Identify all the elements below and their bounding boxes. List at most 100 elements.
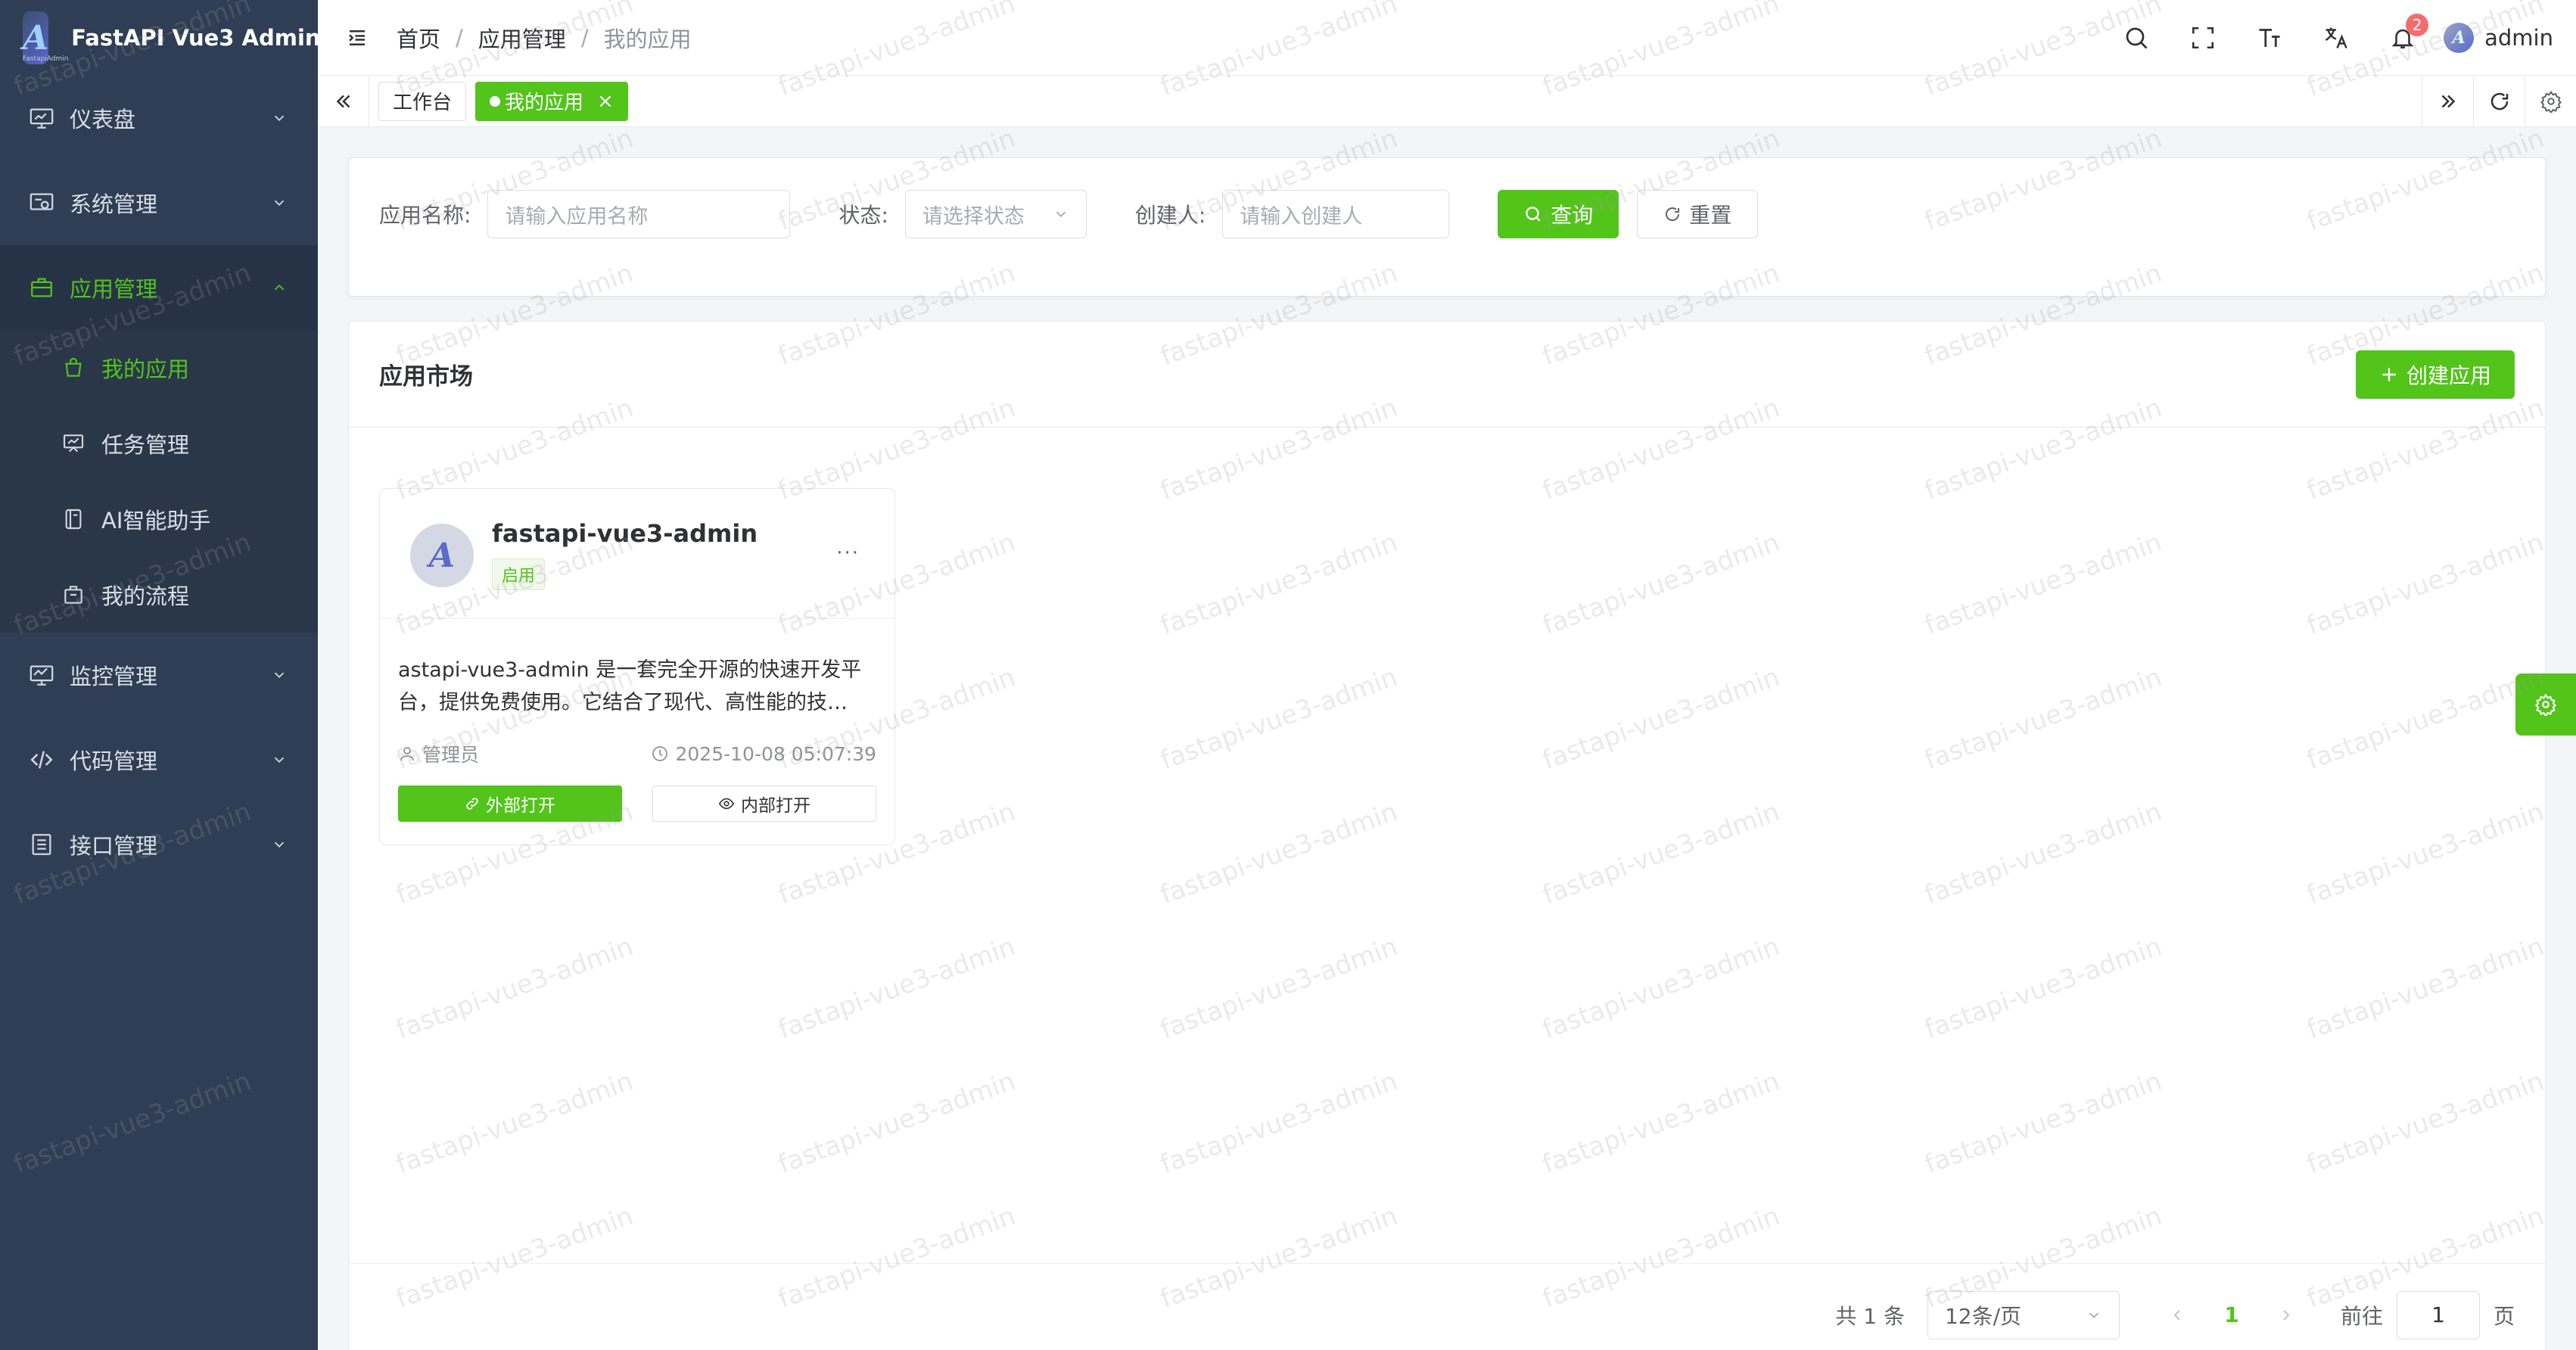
user-menu[interactable]: A admin xyxy=(2444,22,2553,53)
breadcrumb-app-management[interactable]: 应用管理 xyxy=(478,22,566,54)
gear-icon[interactable] xyxy=(2525,75,2576,127)
breadcrumb-separator: / xyxy=(456,24,463,51)
page-size-value: 12条/页 xyxy=(1944,1303,2022,1329)
status-label: 状态: xyxy=(838,203,888,228)
reset-button[interactable]: 重置 xyxy=(1637,190,1759,238)
chevron-down-icon xyxy=(274,200,285,207)
pagination: 共 1 条 12条/页 1 前往 1 页 xyxy=(349,1263,2546,1350)
app-name-input[interactable]: 请输入应用名称 xyxy=(487,190,791,238)
create-app-label: 创建应用 xyxy=(2406,362,2491,388)
font-size-icon[interactable] xyxy=(2236,15,2303,61)
username: admin xyxy=(2484,24,2553,51)
sidebar-subitem-my-flows[interactable]: 我的流程 xyxy=(0,557,318,633)
creator-placeholder: 请输入创建人 xyxy=(1240,204,1363,229)
page-number-current[interactable]: 1 xyxy=(2207,1302,2256,1327)
breadcrumb: 首页 / 应用管理 / 我的应用 xyxy=(397,22,692,54)
status-badge: 启用 xyxy=(492,558,546,590)
app-avatar-glyph: A xyxy=(428,536,456,575)
eye-icon xyxy=(718,795,735,812)
creator-input[interactable]: 请输入创建人 xyxy=(1222,190,1450,238)
sidebar-subitem-my-apps[interactable]: 我的应用 xyxy=(0,330,318,406)
breadcrumb-separator: / xyxy=(580,24,589,51)
breadcrumb-home[interactable]: 首页 xyxy=(397,22,440,54)
next-page-icon[interactable] xyxy=(2271,1300,2301,1330)
page-size-select[interactable]: 12条/页 xyxy=(1927,1290,2120,1339)
sidebar-item-monitoring[interactable]: 监控管理 xyxy=(0,633,318,717)
sidebar-item-dashboard[interactable]: 仪表盘 xyxy=(0,76,318,160)
menu-fold-icon[interactable] xyxy=(341,21,374,54)
sidebar-item-api[interactable]: 接口管理 xyxy=(0,802,318,887)
sidebar-subitem-label: 我的流程 xyxy=(101,583,190,609)
code-icon xyxy=(29,747,54,773)
chevron-down-icon xyxy=(274,115,285,122)
tabs-bar-actions xyxy=(2422,75,2576,127)
app-name: fastapi-vue3-admin xyxy=(492,519,758,548)
sidebar-item-app-management[interactable]: 应用管理 xyxy=(0,245,318,330)
goto-label: 前往 xyxy=(2340,1303,2383,1329)
translate-icon[interactable] xyxy=(2303,15,2369,61)
chevron-down-icon xyxy=(1056,211,1066,218)
app-name-placeholder: 请输入应用名称 xyxy=(505,204,649,229)
sidebar-subitem-ai-assistant[interactable]: AI智能助手 xyxy=(0,481,318,557)
shopping-bag-icon xyxy=(61,355,86,381)
reset-button-label: 重置 xyxy=(1689,203,1732,228)
presentation-icon xyxy=(61,431,86,456)
create-app-button[interactable]: 创建应用 xyxy=(2355,350,2515,399)
chevron-down-icon xyxy=(2089,1312,2099,1318)
briefcase-icon xyxy=(29,275,54,300)
sidebar-item-system[interactable]: 系统管理 xyxy=(0,160,318,245)
sidebar-item-label: 应用管理 xyxy=(70,276,158,302)
search-form-card: 应用名称: 请输入应用名称 状态: 请选择状态 创建人: 请输入创建人 查询 重… xyxy=(348,157,2546,297)
sidebar-subitem-label: 任务管理 xyxy=(101,432,190,458)
flow-bag-icon xyxy=(61,582,86,608)
open-external-button[interactable]: 外部打开 xyxy=(398,785,622,822)
bell-icon[interactable]: 2 xyxy=(2369,13,2436,61)
document-list-icon xyxy=(29,832,54,857)
scroll-left-icon[interactable] xyxy=(318,75,369,127)
sidebar-subitem-tasks[interactable]: 任务管理 xyxy=(0,406,318,481)
user-icon xyxy=(398,745,416,763)
avatar: A xyxy=(2444,22,2475,53)
tab-workbench[interactable]: 工作台 xyxy=(378,81,467,121)
app-name-label: 应用名称: xyxy=(379,203,471,228)
refresh-icon[interactable] xyxy=(2473,75,2525,127)
close-icon[interactable]: × xyxy=(597,90,614,113)
creator-label: 创建人: xyxy=(1134,203,1206,228)
active-dot xyxy=(490,95,501,107)
app-card-header: A fastapi-vue3-admin 启用 ··· xyxy=(380,489,894,619)
page-navigation: 1 xyxy=(2162,1300,2301,1330)
status-select[interactable]: 请选择状态 xyxy=(904,190,1087,238)
sidebar-item-code[interactable]: 代码管理 xyxy=(0,717,318,802)
tabs-bar: 工作台 我的应用 × xyxy=(318,75,2576,127)
app-card-actions: 外部打开 内部打开 xyxy=(380,767,894,822)
breadcrumb-current: 我的应用 xyxy=(603,26,692,52)
gear-icon xyxy=(2534,693,2557,716)
plus-icon xyxy=(2379,365,2399,384)
sidebar-item-label: 仪表盘 xyxy=(70,107,136,132)
chevron-up-icon xyxy=(274,284,285,291)
search-icon[interactable] xyxy=(2103,15,2170,61)
chevron-down-icon xyxy=(274,841,285,848)
fullscreen-icon[interactable] xyxy=(2170,15,2236,61)
open-internal-button[interactable]: 内部打开 xyxy=(652,785,876,822)
goto-page-value: 1 xyxy=(2431,1302,2445,1327)
page-title: 应用市场 xyxy=(379,363,473,390)
prev-page-icon[interactable] xyxy=(2162,1300,2192,1330)
app-card[interactable]: A fastapi-vue3-admin 启用 ··· astapi-vue3-… xyxy=(379,488,895,845)
floating-settings-button[interactable] xyxy=(2515,673,2576,736)
goto-page-input[interactable]: 1 xyxy=(2396,1290,2480,1339)
app-title: FastAPI Vue3 Admin xyxy=(71,25,321,51)
sidebar-item-label: 系统管理 xyxy=(70,191,158,217)
search-form: 应用名称: 请输入应用名称 状态: 请选择状态 创建人: 请输入创建人 查询 重… xyxy=(379,190,1759,238)
sidebar-logo-row[interactable]: A FastapiAdmin FastAPI Vue3 Admin xyxy=(0,0,321,76)
app-market-header: 应用市场 创建应用 xyxy=(349,322,2545,428)
app-logo: A FastapiAdmin xyxy=(23,11,69,64)
search-icon xyxy=(1523,204,1543,224)
sidebar-item-label: 接口管理 xyxy=(70,833,158,859)
tab-label: 我的应用 xyxy=(505,92,584,114)
scroll-right-icon[interactable] xyxy=(2422,75,2473,127)
tab-my-apps[interactable]: 我的应用 × xyxy=(475,81,628,121)
query-button[interactable]: 查询 xyxy=(1498,190,1619,238)
more-options-icon[interactable]: ··· xyxy=(836,542,860,565)
pagination-total: 共 1 条 xyxy=(1835,1303,1905,1329)
